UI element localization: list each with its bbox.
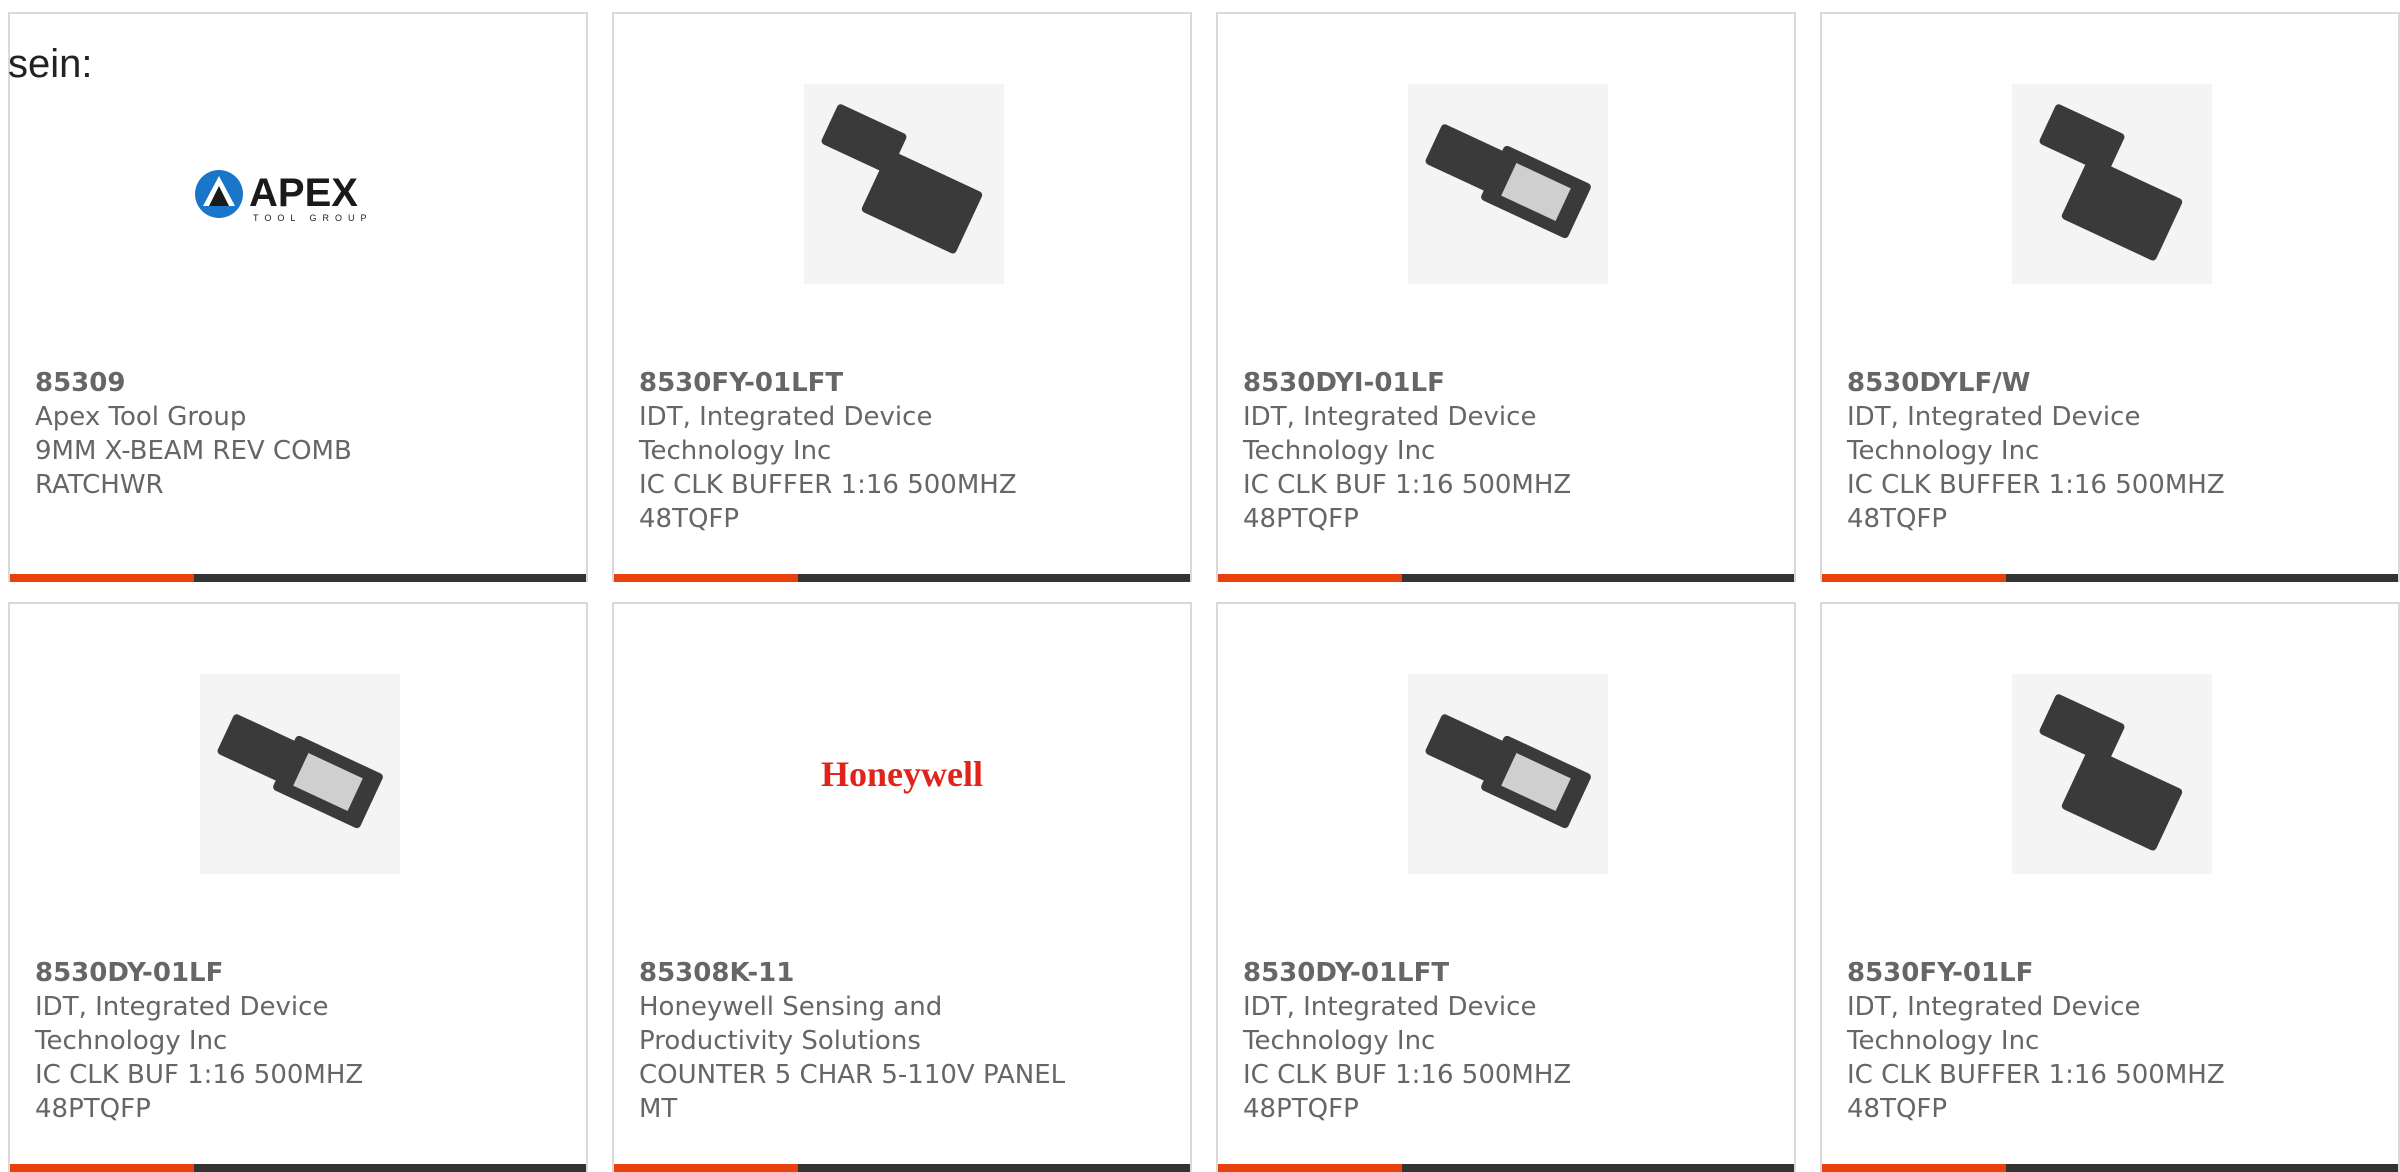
description: IC CLK BUFFER 1:16 500MHZ 48TQFP — [639, 470, 1017, 534]
svg-text:TOOL GROUP: TOOL GROUP — [253, 213, 373, 223]
product-card[interactable]: 8530FY-01LFT IDT, Integrated Device Tech… — [612, 12, 1192, 582]
card-bar-accent — [1218, 574, 1402, 582]
product-info: 85308K-11 Honeywell Sensing and Producti… — [639, 956, 1079, 1126]
svg-text:APEX: APEX — [249, 171, 358, 215]
card-bar-accent — [10, 1164, 194, 1172]
manufacturer: Apex Tool Group — [35, 402, 247, 432]
manufacturer: IDT, Integrated Device Technology Inc — [1847, 402, 2141, 466]
card-bar-accent — [1218, 1164, 1402, 1172]
card-bar-accent — [614, 1164, 798, 1172]
chip-image — [2012, 84, 2212, 284]
description: IC CLK BUFFER 1:16 500MHZ 48TQFP — [1847, 1060, 2225, 1124]
manufacturer: IDT, Integrated Device Technology Inc — [1847, 992, 2141, 1056]
product-card[interactable]: 8530DYI-01LF IDT, Integrated Device Tech… — [1216, 12, 1796, 582]
card-bar — [1218, 574, 1794, 582]
product-info: 8530DYLF/W IDT, Integrated Device Techno… — [1847, 366, 2287, 536]
manufacturer: IDT, Integrated Device Technology Inc — [639, 402, 933, 466]
description: IC CLK BUFFER 1:16 500MHZ 48TQFP — [1847, 470, 2225, 534]
product-info: 8530DY-01LF IDT, Integrated Device Techn… — [35, 956, 475, 1126]
card-bar — [10, 574, 586, 582]
part-number[interactable]: 85309 — [35, 366, 475, 400]
product-info: 8530DYI-01LF IDT, Integrated Device Tech… — [1243, 366, 1683, 536]
card-bar — [614, 1164, 1190, 1172]
product-info: 8530FY-01LF IDT, Integrated Device Techn… — [1847, 956, 2287, 1126]
honeywell-logo: Honeywell — [614, 724, 1190, 824]
chip-image — [1408, 674, 1608, 874]
manufacturer: IDT, Integrated Device Technology Inc — [1243, 402, 1537, 466]
product-card[interactable]: 8530DY-01LF IDT, Integrated Device Techn… — [8, 602, 588, 1172]
part-number[interactable]: 8530DY-01LF — [35, 956, 475, 990]
card-bar-accent — [1822, 1164, 2006, 1172]
card-bar — [1822, 1164, 2398, 1172]
card-bar — [10, 1164, 586, 1172]
chip-image — [804, 84, 1004, 284]
card-bar — [614, 574, 1190, 582]
product-info: 8530FY-01LFT IDT, Integrated Device Tech… — [639, 366, 1079, 536]
chip-image — [2012, 674, 2212, 874]
apex-logo: APEX TOOL GROUP — [10, 144, 586, 244]
part-number[interactable]: 8530FY-01LF — [1847, 956, 2287, 990]
description: IC CLK BUF 1:16 500MHZ 48PTQFP — [1243, 470, 1572, 534]
part-number[interactable]: 8530FY-01LFT — [639, 366, 1079, 400]
chip-image — [1408, 84, 1608, 284]
product-card[interactable]: 8530DYLF/W IDT, Integrated Device Techno… — [1820, 12, 2400, 582]
manufacturer: IDT, Integrated Device Technology Inc — [1243, 992, 1537, 1056]
manufacturer: IDT, Integrated Device Technology Inc — [35, 992, 329, 1056]
manufacturer: Honeywell Sensing and Productivity Solut… — [639, 992, 943, 1056]
description: IC CLK BUF 1:16 500MHZ 48PTQFP — [35, 1060, 364, 1124]
product-info: 85309 Apex Tool Group 9MM X-BEAM REV COM… — [35, 366, 475, 502]
product-info: 8530DY-01LFT IDT, Integrated Device Tech… — [1243, 956, 1683, 1126]
card-bar — [1822, 574, 2398, 582]
card-bar-accent — [10, 574, 194, 582]
card-bar-accent — [1822, 574, 2006, 582]
intro-text: sein: — [8, 42, 93, 86]
product-grid: APEX TOOL GROUP 85309 Apex Tool Group 9M… — [0, 0, 2400, 1172]
card-bar — [1218, 1164, 1794, 1172]
card-bar-accent — [614, 574, 798, 582]
part-number[interactable]: 8530DYI-01LF — [1243, 366, 1683, 400]
chip-image — [200, 674, 400, 874]
description: IC CLK BUF 1:16 500MHZ 48PTQFP — [1243, 1060, 1572, 1124]
description: COUNTER 5 CHAR 5-110V PANEL MT — [639, 1060, 1066, 1124]
product-card[interactable]: 8530DY-01LFT IDT, Integrated Device Tech… — [1216, 602, 1796, 1172]
product-card[interactable]: 8530FY-01LF IDT, Integrated Device Techn… — [1820, 602, 2400, 1172]
product-card[interactable]: Honeywell 85308K-11 Honeywell Sensing an… — [612, 602, 1192, 1172]
part-number[interactable]: 8530DYLF/W — [1847, 366, 2287, 400]
description: 9MM X-BEAM REV COMB RATCHWR — [35, 436, 352, 500]
product-card[interactable]: APEX TOOL GROUP 85309 Apex Tool Group 9M… — [8, 12, 588, 582]
part-number[interactable]: 8530DY-01LFT — [1243, 956, 1683, 990]
part-number[interactable]: 85308K-11 — [639, 956, 1079, 990]
svg-text:Honeywell: Honeywell — [821, 754, 983, 794]
